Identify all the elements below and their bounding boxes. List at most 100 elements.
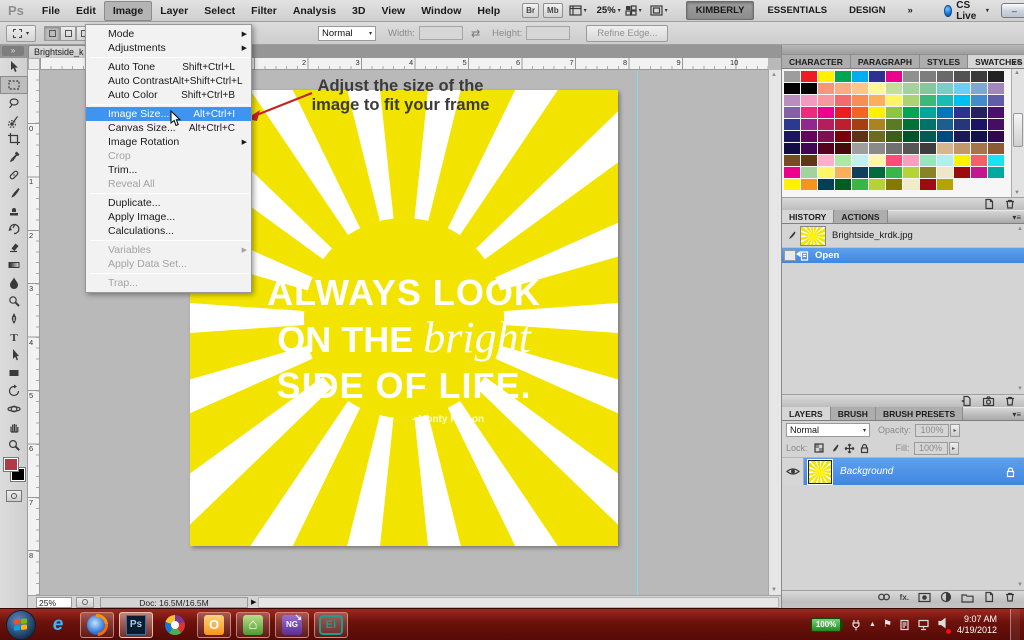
menu-window[interactable]: Window — [413, 2, 469, 20]
swatch[interactable] — [988, 71, 1004, 82]
history-state-open[interactable]: Open — [782, 248, 1024, 263]
opacity-value[interactable]: 100% — [915, 424, 949, 437]
swatch[interactable] — [903, 131, 919, 142]
network-icon[interactable] — [917, 619, 930, 631]
swatch[interactable] — [852, 167, 868, 178]
opacity-spinner[interactable]: ▸ — [950, 424, 960, 437]
swatch[interactable] — [835, 167, 851, 178]
path-selection-tool[interactable] — [0, 346, 28, 364]
quick-selection-tool[interactable] — [0, 112, 28, 130]
menu-item-image-rotation[interactable]: Image Rotation▶ — [86, 135, 251, 149]
swatch[interactable] — [801, 83, 817, 94]
swatch[interactable] — [784, 179, 800, 190]
tools-collapse-button[interactable]: » — [2, 46, 24, 56]
height-input[interactable] — [526, 26, 570, 40]
taskbar-outlook[interactable]: O — [197, 612, 231, 638]
swatch[interactable] — [852, 131, 868, 142]
vertical-scrollbar[interactable]: ▲ ▼ — [768, 70, 781, 595]
swatch[interactable] — [818, 95, 834, 106]
new-selection-button[interactable] — [44, 26, 60, 41]
workspace-essentials[interactable]: ESSENTIALS — [758, 2, 836, 19]
taskbar-ei-app[interactable]: Ei — [314, 612, 348, 638]
layer-row-background[interactable]: Background — [782, 458, 1024, 485]
swatch[interactable] — [835, 107, 851, 118]
hand-tool[interactable] — [0, 418, 28, 436]
swatch[interactable] — [971, 95, 987, 106]
swatch[interactable] — [835, 143, 851, 154]
swatch[interactable] — [971, 83, 987, 94]
swatch[interactable] — [937, 155, 953, 166]
swatch[interactable] — [835, 131, 851, 142]
dodge-tool[interactable] — [0, 292, 28, 310]
layer-thumbnail[interactable] — [808, 460, 832, 484]
swatch[interactable] — [903, 107, 919, 118]
layer-style-icon[interactable]: fx. — [900, 593, 909, 602]
cs-live-dropdown[interactable]: CS Live ▾ — [944, 0, 989, 22]
delete-layer-icon[interactable] — [1004, 591, 1016, 603]
swatch[interactable] — [920, 71, 936, 82]
swatch[interactable] — [988, 95, 1004, 106]
swatch[interactable] — [920, 179, 936, 190]
new-swatch-icon[interactable] — [983, 198, 995, 210]
swatch[interactable] — [835, 155, 851, 166]
power-plug-icon[interactable] — [850, 619, 862, 631]
lock-transparency-icon[interactable] — [814, 443, 825, 454]
battery-indicator[interactable]: 100% — [811, 618, 843, 632]
swatch[interactable] — [937, 95, 953, 106]
swatch[interactable] — [801, 131, 817, 142]
swatch[interactable] — [988, 131, 1004, 142]
menu-image[interactable]: Image — [104, 1, 152, 21]
swatch[interactable] — [971, 155, 987, 166]
history-snapshot-row[interactable]: Brightside_krdk.jpg — [782, 224, 1024, 248]
swatch[interactable] — [784, 95, 800, 106]
new-group-icon[interactable] — [961, 592, 974, 603]
swatch[interactable] — [971, 71, 987, 82]
scroll-up-icon[interactable]: ▲ — [771, 72, 777, 78]
swatch[interactable] — [886, 155, 902, 166]
swatch[interactable] — [869, 131, 885, 142]
quick-mask-button[interactable] — [6, 490, 22, 502]
swatch[interactable] — [971, 107, 987, 118]
swatch[interactable] — [835, 119, 851, 130]
timing-icon[interactable] — [76, 597, 94, 608]
workspace-kimberly[interactable]: KIMBERLY — [686, 1, 755, 20]
scroll-up-icon[interactable]: ▲ — [1014, 70, 1020, 76]
swatch[interactable] — [920, 167, 936, 178]
taskbar-photoshop[interactable]: Ps — [119, 612, 153, 638]
fill-value[interactable]: 100% — [914, 442, 948, 455]
guide-line[interactable] — [637, 70, 638, 595]
swatch[interactable] — [784, 107, 800, 118]
swatch[interactable] — [801, 143, 817, 154]
new-document-from-state-icon[interactable] — [960, 395, 973, 407]
menu-help[interactable]: Help — [469, 2, 508, 20]
add-selection-button[interactable] — [60, 26, 76, 41]
menu-select[interactable]: Select — [196, 2, 243, 20]
menu-file[interactable]: File — [34, 2, 68, 20]
scroll-thumb[interactable] — [1013, 113, 1023, 147]
style-select[interactable]: Normal ▾ — [318, 26, 376, 41]
swatch[interactable] — [886, 131, 902, 142]
swatch[interactable] — [784, 119, 800, 130]
swatch[interactable] — [784, 71, 800, 82]
history-brush-tool[interactable] — [0, 220, 28, 238]
launch-mini-bridge-button[interactable]: Mb — [543, 3, 563, 18]
brush-tool[interactable] — [0, 184, 28, 202]
width-input[interactable] — [419, 26, 463, 40]
swatch[interactable] — [954, 143, 970, 154]
swatch[interactable] — [954, 107, 970, 118]
swatch[interactable] — [784, 143, 800, 154]
layer-visibility-toggle[interactable] — [782, 458, 804, 485]
horizontal-scrollbar[interactable] — [258, 597, 779, 608]
swatch[interactable] — [852, 119, 868, 130]
swatch[interactable] — [818, 143, 834, 154]
swatch[interactable] — [920, 83, 936, 94]
swatch[interactable] — [937, 143, 953, 154]
swatch[interactable] — [784, 131, 800, 142]
swatch[interactable] — [818, 179, 834, 190]
scroll-up-icon[interactable]: ▲ — [1017, 460, 1023, 466]
swatch[interactable] — [954, 119, 970, 130]
swatch[interactable] — [784, 167, 800, 178]
swatch[interactable] — [886, 71, 902, 82]
swatch[interactable] — [971, 131, 987, 142]
menu-item-trim[interactable]: Trim... — [86, 163, 251, 177]
